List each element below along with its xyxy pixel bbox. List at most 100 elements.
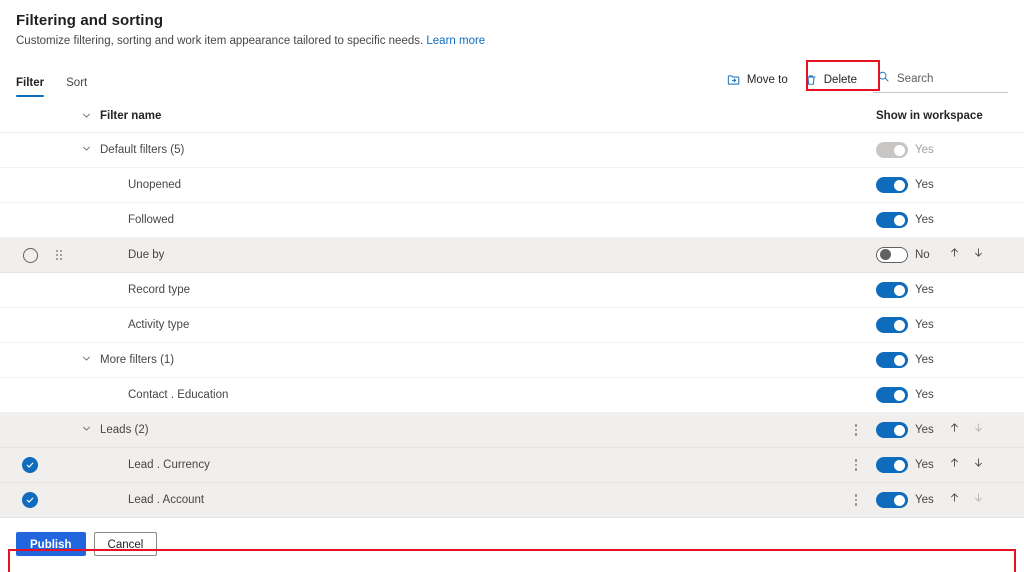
header-filter-name-cell: Filter name (100, 110, 836, 122)
toggle-state-label: Yes (915, 389, 934, 401)
arrow-up-icon[interactable] (948, 491, 961, 509)
tab-list: Filter Sort (16, 76, 87, 97)
arrow-down-icon[interactable] (972, 246, 985, 264)
cancel-button[interactable]: Cancel (93, 532, 158, 556)
row-checkbox-checked[interactable] (22, 492, 38, 508)
arrow-down-icon (972, 491, 985, 509)
column-header-show-in-workspace: Show in workspace (876, 109, 983, 122)
show-in-workspace-toggle[interactable] (876, 352, 908, 368)
show-in-workspace-toggle[interactable] (876, 212, 908, 228)
row-name-cell: More filters (1) (100, 354, 836, 366)
table-row[interactable]: Leads (2) Yes (0, 413, 1024, 448)
header-show-cell: Show in workspace (876, 110, 1008, 122)
row-expand-cell[interactable] (72, 421, 100, 439)
page-header: Filtering and sorting Customize filterin… (0, 0, 1024, 47)
row-expand-cell[interactable] (72, 351, 100, 369)
more-vertical-icon[interactable] (849, 455, 863, 475)
row-label: More filters (1) (100, 354, 175, 366)
toggle-state-label: No (915, 249, 930, 261)
arrow-up-icon[interactable] (948, 456, 961, 474)
search-input[interactable] (897, 73, 1006, 85)
row-label: Contact . Education (128, 389, 229, 401)
row-checkbox[interactable] (22, 247, 38, 263)
table-row[interactable]: Activity type Yes (0, 308, 1024, 343)
row-name-cell: Record type (100, 284, 836, 296)
table-row[interactable]: Followed Yes (0, 203, 1024, 238)
show-in-workspace-toggle[interactable] (876, 457, 908, 473)
row-menu-cell[interactable] (836, 490, 876, 510)
toggle-state-label: Yes (915, 284, 934, 296)
toggle-state-label: Yes (915, 424, 934, 436)
row-reorder-controls (948, 246, 985, 264)
tab-sort[interactable]: Sort (66, 76, 87, 97)
command-bar: Filter Sort Move to Delete (0, 60, 1024, 97)
search-icon (877, 70, 890, 88)
show-in-workspace-toggle[interactable] (876, 177, 908, 193)
show-in-workspace-toggle[interactable] (876, 282, 908, 298)
table-row[interactable]: Due by No (0, 238, 1024, 273)
column-header-filter-name: Filter name (100, 109, 162, 122)
row-show-in-workspace-cell: Yes (876, 491, 1008, 509)
table-row[interactable]: More filters (1) Yes (0, 343, 1024, 378)
show-in-workspace-toggle[interactable] (876, 387, 908, 403)
table-row[interactable]: Unopened Yes (0, 168, 1024, 203)
row-label: Default filters (5) (100, 144, 185, 156)
row-show-in-workspace-cell: Yes (876, 317, 1008, 333)
row-show-in-workspace-cell: No (876, 246, 1008, 264)
toggle-state-label: Yes (915, 319, 934, 331)
row-select-cell (14, 457, 46, 473)
row-name-cell: Contact . Education (100, 389, 836, 401)
row-show-in-workspace-cell: Yes (876, 387, 1008, 403)
row-checkbox-checked[interactable] (22, 457, 38, 473)
page-subtitle: Customize filtering, sorting and work it… (16, 35, 1008, 47)
chevron-down-icon[interactable] (81, 351, 92, 369)
show-in-workspace-toggle[interactable] (876, 492, 908, 508)
publish-button[interactable]: Publish (16, 532, 86, 556)
table-row[interactable]: Default filters (5) Yes (0, 133, 1024, 168)
table-row[interactable]: Contact . Education Yes (0, 378, 1024, 413)
row-label: Leads (2) (100, 424, 149, 436)
row-show-in-workspace-cell: Yes (876, 177, 1008, 193)
arrow-up-icon[interactable] (948, 421, 961, 439)
chevron-down-icon[interactable] (81, 141, 92, 159)
table-row[interactable]: Record type Yes (0, 273, 1024, 308)
arrow-up-icon[interactable] (948, 246, 961, 264)
more-vertical-icon[interactable] (849, 420, 863, 440)
show-in-workspace-toggle[interactable] (876, 422, 908, 438)
search-box[interactable] (873, 67, 1008, 93)
row-name-cell: Lead . Account (100, 494, 836, 506)
toggle-state-label: Yes (915, 144, 934, 156)
show-in-workspace-toggle[interactable] (876, 247, 908, 263)
table-row[interactable]: Lead . Account Yes (0, 483, 1024, 518)
row-label: Followed (128, 214, 175, 226)
tab-filter[interactable]: Filter (16, 76, 45, 97)
row-name-cell: Lead . Currency (100, 459, 836, 471)
more-vertical-icon[interactable] (849, 490, 863, 510)
move-to-folder-icon (727, 73, 741, 87)
grid-header-row: Filter name Show in workspace (0, 99, 1024, 133)
arrow-down-icon[interactable] (972, 456, 985, 474)
chevron-down-icon[interactable] (81, 421, 92, 439)
toggle-state-label: Yes (915, 179, 934, 191)
table-row[interactable]: Lead . Currency Yes (0, 448, 1024, 483)
trash-icon (804, 73, 818, 87)
row-show-in-workspace-cell: Yes (876, 142, 1008, 158)
row-show-in-workspace-cell: Yes (876, 212, 1008, 228)
expand-all-chevron[interactable] (72, 110, 100, 121)
row-expand-cell[interactable] (72, 141, 100, 159)
row-menu-cell[interactable] (836, 455, 876, 475)
show-in-workspace-toggle[interactable] (876, 317, 908, 333)
move-to-label: Move to (746, 74, 788, 86)
delete-button[interactable]: Delete (796, 69, 865, 91)
row-label: Record type (128, 284, 191, 296)
drag-handle-icon[interactable] (55, 249, 63, 261)
learn-more-link[interactable]: Learn more (426, 35, 485, 47)
toggle-state-label: Yes (915, 354, 934, 366)
toggle-state-label: Yes (915, 459, 934, 471)
row-menu-cell[interactable] (836, 420, 876, 440)
move-to-button[interactable]: Move to (719, 69, 796, 91)
row-name-cell: Unopened (100, 179, 836, 191)
toggle-state-label: Yes (915, 214, 934, 226)
row-reorder-controls (948, 456, 985, 474)
toolbar-actions: Move to Delete (719, 67, 1008, 97)
